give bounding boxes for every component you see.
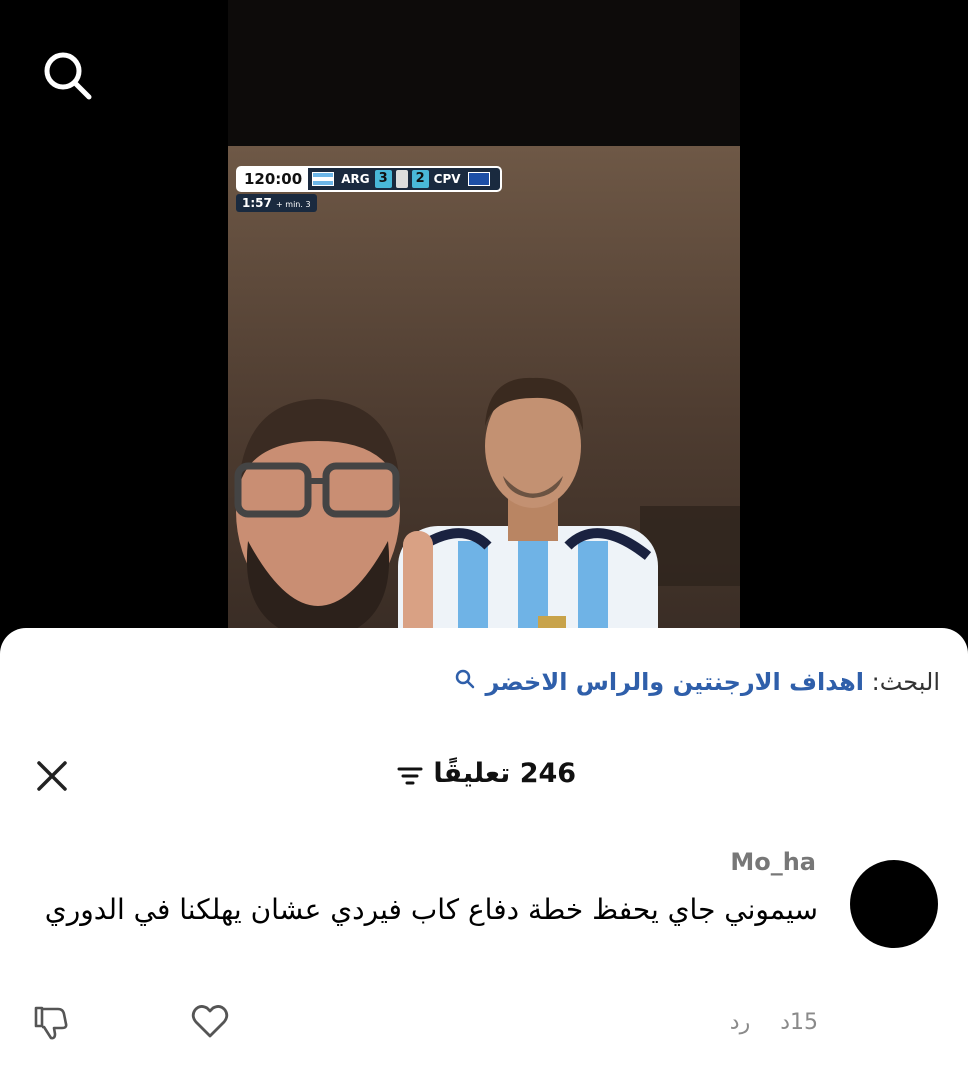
video-player[interactable]: 17	[0, 0, 968, 640]
dislike-button[interactable]	[30, 1002, 70, 1042]
extra-time: 1:57	[242, 196, 272, 210]
avatar[interactable]	[850, 860, 938, 948]
search-button[interactable]	[40, 48, 94, 102]
trophy-icon	[395, 170, 408, 188]
scoreboard-main: 120:00 ARG 3 2 CPV	[236, 166, 502, 192]
thumbs-down-icon	[34, 1006, 68, 1040]
video-frame: 17	[228, 0, 740, 628]
related-search[interactable]: البحث: اهداف الارجنتين والراس الاخضر	[454, 668, 940, 696]
home-score: 3	[374, 170, 392, 188]
comment-time: 15د	[780, 1010, 818, 1035]
away-team: CPV	[433, 172, 461, 186]
comment-count-label: 246 تعليقًا	[433, 758, 577, 789]
search-icon	[455, 669, 475, 689]
heart-icon	[191, 1005, 229, 1038]
reply-button[interactable]: رد	[730, 1010, 750, 1035]
presenter-image	[228, 371, 468, 628]
added-time: + min. 3	[276, 200, 311, 209]
search-query[interactable]: اهداف الارجنتين والراس الاخضر	[485, 668, 864, 696]
away-score: 2	[411, 170, 429, 188]
search-prefix: البحث:	[871, 668, 940, 696]
cape-verde-flag-icon	[467, 172, 490, 186]
comment-count: 246 تعليقًا	[0, 758, 968, 789]
extra-time-badge: 1:57 + min. 3	[236, 194, 317, 212]
tv-screen: 17	[228, 146, 740, 628]
comment-username[interactable]: Mo_ha	[730, 848, 816, 876]
scoreboard-overlay: 120:00 ARG 3 2 CPV 1:57 + min. 3	[236, 166, 502, 212]
comments-sheet: البحث: اهداف الارجنتين والراس الاخضر 246…	[0, 628, 968, 1082]
match-clock: 120:00	[238, 168, 309, 190]
comment-meta: 15د رد	[700, 1010, 818, 1035]
argentina-flag-icon	[312, 172, 335, 186]
comments-header: 246 تعليقًا	[0, 754, 968, 804]
home-team: ARG	[341, 172, 370, 186]
search-icon	[44, 52, 92, 100]
comment-text: سيموني جاي يحفظ خطة دفاع كاب فيردي عشان …	[44, 893, 818, 926]
like-button[interactable]	[190, 1002, 230, 1042]
filter-icon[interactable]	[396, 763, 424, 787]
